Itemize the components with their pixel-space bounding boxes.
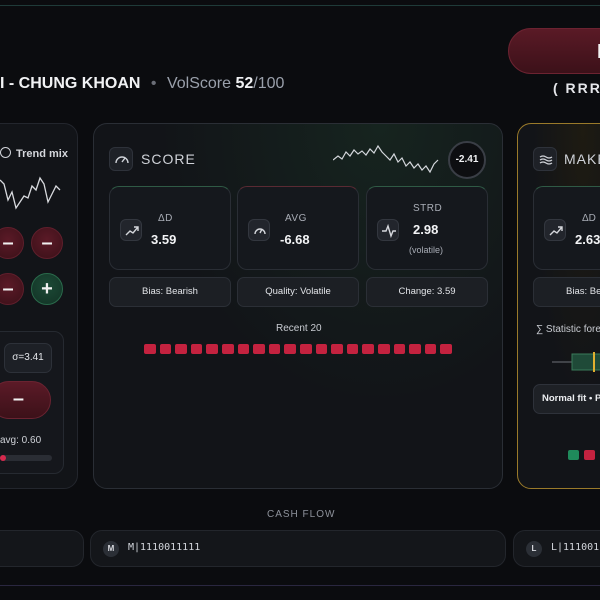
make-square-red	[584, 450, 595, 460]
stat-strd-value: 2.98	[413, 222, 439, 237]
score-sparkline	[333, 144, 439, 174]
trend-mix-label: Trend mix	[16, 148, 68, 160]
recent-square	[346, 344, 359, 354]
stat-strd-sub: (volatile)	[409, 245, 444, 255]
recent-square	[362, 344, 374, 354]
cash-flow-item-l[interactable]: L L|1110011	[513, 530, 600, 567]
flow-tag-l: L	[526, 541, 542, 557]
recent-square	[331, 344, 343, 354]
recent-square	[190, 344, 203, 354]
bias-chip: Bias: Bearish	[109, 277, 231, 307]
statistic-forecast-label: ∑ Statistic fore	[536, 324, 600, 335]
flow-code-l: L|1110011	[551, 542, 600, 553]
recent-square	[393, 344, 406, 354]
recent-square	[175, 344, 187, 354]
plus-button[interactable]: +	[31, 273, 63, 305]
cash-flow-item-m[interactable]: M M|1110011111	[90, 530, 506, 567]
trend-mix-header: Trend mix	[0, 147, 68, 160]
recent-square	[268, 344, 281, 354]
page-title-row: I - CHUNG KHOAN • VolScore 52/100	[0, 75, 284, 93]
stat-avg-value: -6.68	[280, 232, 310, 247]
avg-label: avg: 0.60	[0, 435, 42, 446]
sigma-chip: σ=3.41	[4, 343, 52, 373]
recent-square	[237, 344, 250, 354]
recent-square	[299, 344, 312, 354]
volscore: VolScore 52/100	[167, 75, 284, 92]
page-title: I - CHUNG KHOAN	[0, 75, 141, 92]
recent-square	[253, 344, 265, 354]
cash-flow-item-left[interactable]	[0, 530, 84, 567]
trend-up-icon	[544, 219, 566, 241]
recent-square	[424, 344, 437, 354]
recent-square	[377, 344, 390, 354]
title-separator: •	[150, 75, 157, 92]
avg-progress-fill	[0, 455, 7, 461]
make-title: MAKE	[564, 151, 600, 167]
recent-square	[144, 344, 156, 354]
pulse-icon	[377, 219, 399, 241]
top-divider	[0, 5, 600, 6]
make-stat-delta: ΔD 2.63	[533, 186, 600, 270]
clock-icon	[0, 147, 11, 158]
recent-square	[440, 344, 452, 354]
stat-avg-label: AVG	[285, 213, 307, 224]
big-minus-button[interactable]: –	[0, 381, 51, 419]
score-badge: -2.41	[448, 141, 486, 179]
trend-up-icon	[120, 219, 142, 241]
change-chip: Change: 3.59	[366, 277, 488, 307]
recent-square	[221, 344, 234, 354]
volscore-value: 52	[235, 75, 254, 92]
recent-squares	[144, 344, 452, 354]
recent-label: Recent 20	[276, 323, 322, 334]
recent-square	[159, 344, 172, 354]
stat-delta-d: ΔD 3.59	[109, 186, 231, 270]
bottom-divider	[0, 585, 600, 586]
recent-square	[409, 344, 421, 354]
stat-delta-d-value: 3.59	[151, 232, 177, 247]
make-bias-chip: Bias: Bearish	[533, 277, 600, 307]
top-action-pill[interactable]: I	[508, 28, 600, 74]
flow-code-m: M|1110011111	[128, 542, 201, 553]
gauge-icon	[109, 147, 133, 171]
quality-chip: Quality: Volatile	[237, 277, 359, 307]
avg-progress-bar	[0, 455, 52, 461]
volscore-label: VolScore	[166, 75, 231, 92]
minus-button-2[interactable]: –	[31, 227, 63, 259]
make-square-green	[568, 450, 579, 460]
recent-square	[206, 344, 218, 354]
gauge-small-icon	[248, 219, 270, 241]
recent-square	[284, 344, 296, 354]
forecast-boxplot	[552, 352, 600, 372]
waves-icon	[533, 147, 557, 171]
recent-square	[315, 344, 328, 354]
normal-fit-chip: Normal fit • P	[533, 384, 600, 414]
cash-flow-label: CASH FLOW	[267, 509, 336, 520]
stat-strd: STRD 2.98 (volatile)	[366, 186, 488, 270]
score-title: SCORE	[141, 151, 196, 167]
flow-tag-m: M	[103, 541, 119, 557]
trend-sparkline	[0, 176, 61, 210]
stat-avg: AVG -6.68	[237, 186, 359, 270]
rrrr-label: ( RRRR	[553, 80, 600, 96]
stat-delta-d-label: ΔD	[158, 213, 173, 224]
make-stat-label: ΔD	[582, 213, 596, 224]
stat-strd-label: STRD	[413, 203, 443, 214]
make-stat-value: 2.63	[575, 232, 600, 247]
volscore-max: /100	[253, 75, 285, 92]
